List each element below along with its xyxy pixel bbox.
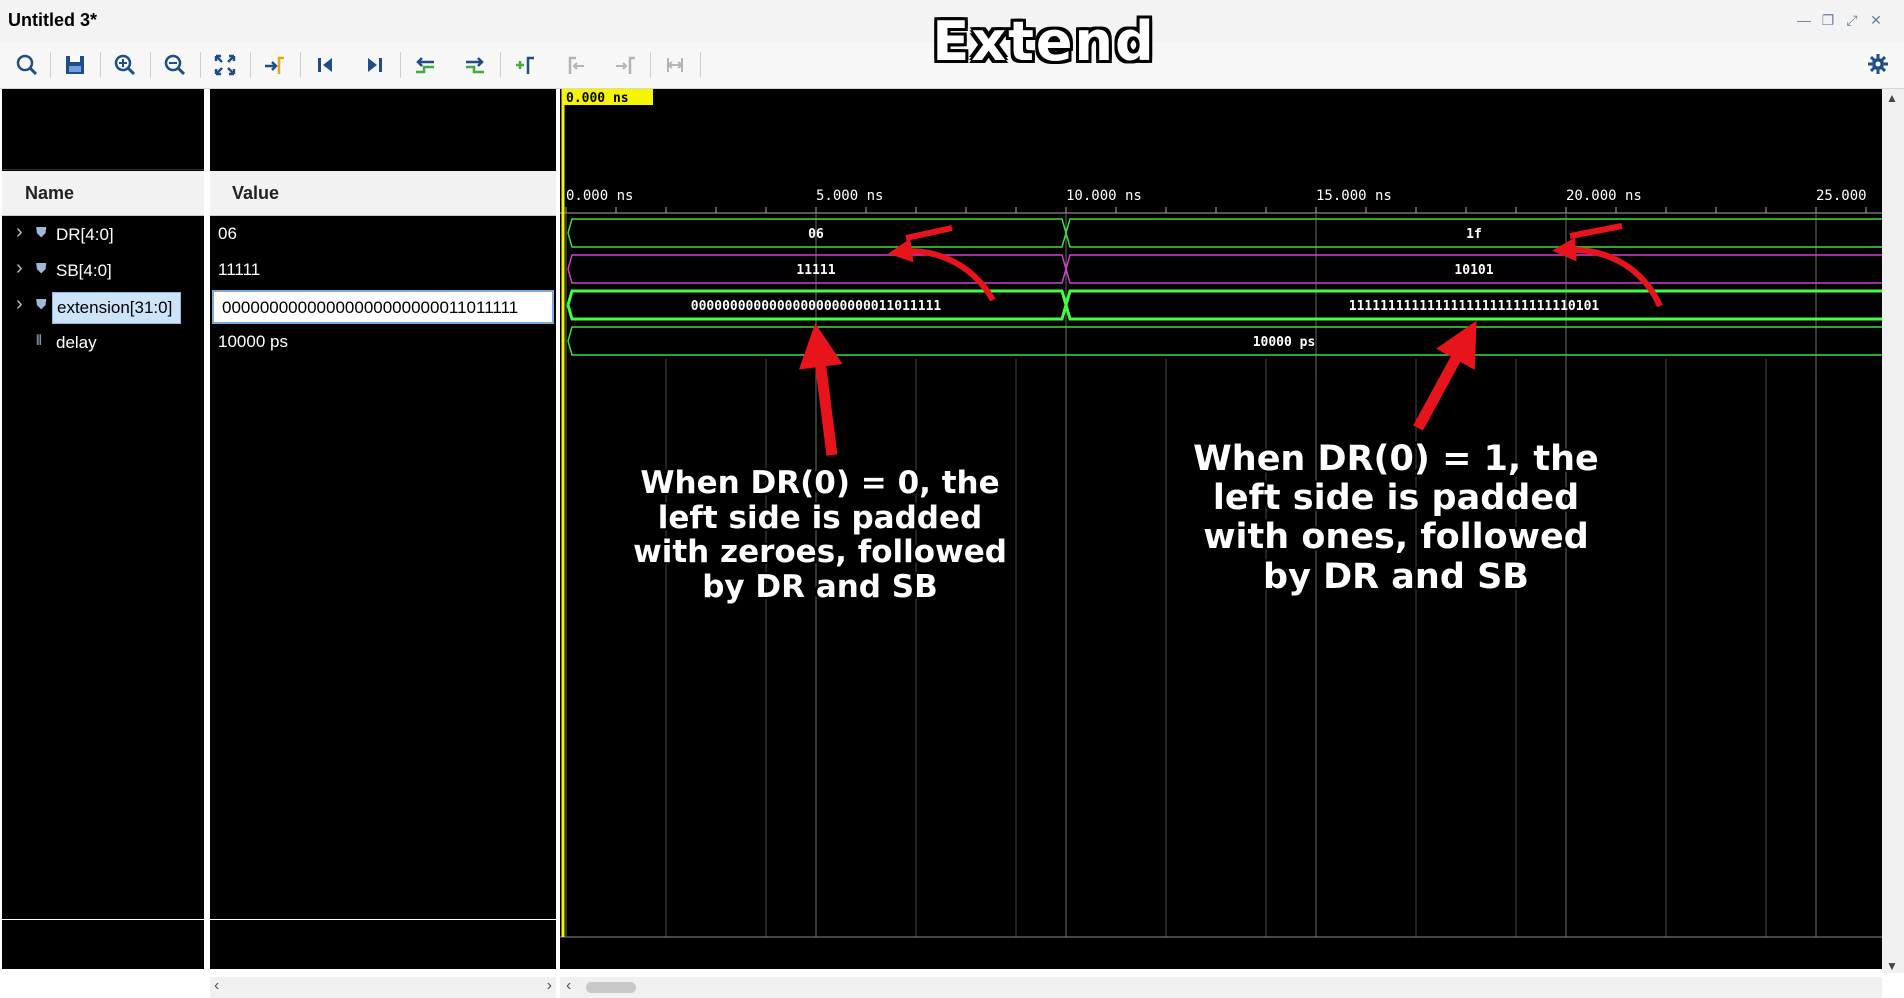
annotation-arrows <box>798 223 1663 456</box>
arrow-curve-right <box>1552 237 1663 308</box>
arrow-curve-left <box>888 238 996 302</box>
arrow-up-left <box>798 323 843 456</box>
arrow-up-right <box>1413 320 1477 431</box>
arrow-tail-right <box>1569 223 1623 239</box>
arrow-tail-left <box>905 225 953 241</box>
